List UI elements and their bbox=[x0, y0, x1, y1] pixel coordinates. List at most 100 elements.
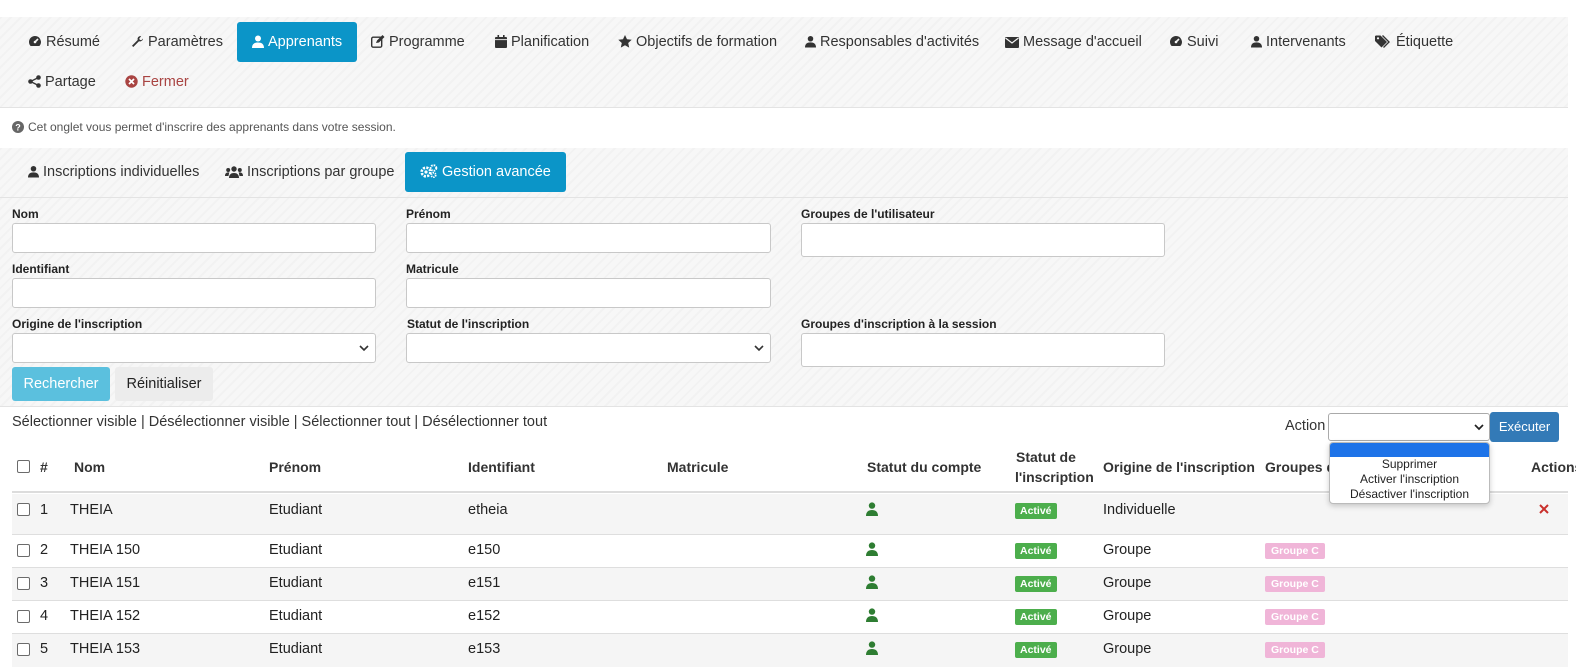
calendar-icon bbox=[495, 24, 507, 64]
table-row: 5 THEIA 153 Etudiant e153 Activé Groupe … bbox=[12, 634, 1568, 667]
tab-message-accueil[interactable]: Message d'accueil bbox=[1005, 22, 1142, 62]
tab-objectifs[interactable]: Objectifs de formation bbox=[618, 22, 777, 62]
column-header-groupes[interactable]: Groupes d bbox=[1265, 459, 1335, 475]
tab-label: Objectifs de formation bbox=[636, 34, 778, 50]
subtab-par-groupe[interactable]: Inscriptions par groupe bbox=[225, 152, 395, 192]
session-tabs-nav: Résumé Paramètres Apprenants Programme P… bbox=[0, 17, 1568, 108]
tab-planification[interactable]: Planification bbox=[495, 22, 589, 62]
row-checkbox[interactable] bbox=[17, 503, 30, 516]
deselect-visible-link[interactable]: Désélectionner visible bbox=[149, 414, 290, 430]
row-checkbox[interactable] bbox=[17, 544, 30, 557]
subtab-individuelles[interactable]: Inscriptions individuelles bbox=[28, 152, 199, 192]
group-badge: Groupe C bbox=[1265, 609, 1325, 625]
tab-label: Partage bbox=[45, 74, 96, 90]
cell-origine: Individuelle bbox=[1103, 502, 1176, 518]
edit-icon bbox=[370, 24, 385, 64]
tab-label: Résumé bbox=[46, 34, 100, 50]
cell-prenom: Etudiant bbox=[269, 575, 323, 591]
table-row: 3 THEIA 151 Etudiant e151 Activé Groupe … bbox=[12, 568, 1568, 601]
tab-label: Paramètres bbox=[148, 34, 223, 50]
user-icon bbox=[1251, 24, 1262, 64]
tab-programme[interactable]: Programme bbox=[370, 22, 465, 64]
origine-select[interactable] bbox=[12, 333, 376, 363]
cell-prenom: Etudiant bbox=[269, 542, 323, 558]
tab-suivi[interactable]: Suivi bbox=[1169, 22, 1218, 62]
account-active-icon bbox=[866, 641, 878, 659]
status-badge: Activé bbox=[1015, 642, 1057, 658]
account-active-icon bbox=[866, 608, 878, 626]
filter-form: Nom Prénom Groupes de l'utilisateur Iden… bbox=[0, 198, 1568, 407]
reset-button[interactable]: Réinitialiser bbox=[115, 367, 213, 401]
column-header-statut-inscription-line1[interactable]: Statut de bbox=[1016, 449, 1076, 465]
row-checkbox[interactable] bbox=[17, 577, 30, 590]
action-option-desactiver[interactable]: Désactiver l'inscription bbox=[1330, 487, 1489, 502]
action-option-activer[interactable]: Activer l'inscription bbox=[1330, 472, 1489, 487]
column-header-matricule[interactable]: Matricule bbox=[667, 459, 728, 475]
tab-partage[interactable]: Partage bbox=[28, 62, 96, 102]
cell-identifiant: e150 bbox=[468, 542, 501, 558]
close-circle-icon bbox=[125, 64, 138, 104]
execute-button[interactable]: Exécuter bbox=[1490, 412, 1559, 442]
action-select[interactable] bbox=[1328, 413, 1490, 441]
select-all-checkbox[interactable] bbox=[17, 460, 30, 473]
account-active-icon bbox=[866, 502, 878, 520]
tab-fermer[interactable]: Fermer bbox=[125, 62, 189, 102]
column-header-nom[interactable]: Nom bbox=[74, 459, 105, 475]
user-icon bbox=[28, 154, 39, 194]
column-header-origine[interactable]: Origine de l'inscription bbox=[1103, 459, 1255, 475]
cell-prenom: Etudiant bbox=[269, 641, 323, 657]
selection-links: Sélectionner visible | Désélectionner visi… bbox=[12, 414, 547, 430]
tab-responsables[interactable]: Responsables d'activités bbox=[805, 22, 979, 62]
cell-identifiant: e152 bbox=[468, 608, 501, 624]
row-checkbox[interactable] bbox=[17, 610, 30, 623]
tab-label: Programme bbox=[389, 34, 465, 50]
nom-field[interactable] bbox=[12, 223, 376, 253]
tab-parametres[interactable]: Paramètres bbox=[131, 22, 223, 62]
chevron-down-icon bbox=[359, 345, 369, 352]
cell-nom: THEIA bbox=[70, 502, 113, 518]
table-row: 4 THEIA 152 Etudiant e152 Activé Groupe … bbox=[12, 601, 1568, 634]
tab-resume[interactable]: Résumé bbox=[28, 22, 100, 62]
deselect-all-link[interactable]: Désélectionner tout bbox=[422, 414, 547, 430]
share-icon bbox=[28, 64, 41, 104]
groupes-session-field[interactable] bbox=[801, 333, 1165, 367]
row-number: 4 bbox=[40, 608, 49, 624]
tab-etiquette[interactable]: Étiquette bbox=[1375, 22, 1453, 62]
dashboard-icon bbox=[28, 24, 42, 64]
groupes-utilisateur-label: Groupes de l'utilisateur bbox=[801, 207, 935, 221]
action-option-empty[interactable] bbox=[1330, 443, 1489, 457]
row-number: 2 bbox=[40, 542, 49, 558]
tab-apprenants[interactable]: Apprenants bbox=[237, 22, 358, 62]
select-all-link[interactable]: Sélectionner tout bbox=[302, 414, 411, 430]
subtab-label: Gestion avancée bbox=[442, 164, 551, 180]
question-circle-icon: ? bbox=[12, 121, 24, 136]
statut-label: Statut de l'inscription bbox=[407, 317, 530, 331]
group-badge: Groupe C bbox=[1265, 543, 1325, 559]
action-option-supprimer[interactable]: Supprimer bbox=[1330, 457, 1489, 472]
search-button[interactable]: Rechercher bbox=[12, 367, 110, 401]
status-badge: Activé bbox=[1015, 576, 1057, 592]
subtab-label: Inscriptions par groupe bbox=[247, 164, 395, 180]
row-number: 1 bbox=[40, 502, 49, 518]
column-header-prenom[interactable]: Prénom bbox=[269, 459, 321, 475]
select-visible-link[interactable]: Sélectionner visible bbox=[12, 414, 137, 430]
statut-select[interactable] bbox=[406, 333, 771, 363]
prenom-label: Prénom bbox=[406, 207, 451, 221]
groupes-utilisateur-field[interactable] bbox=[801, 223, 1165, 257]
account-active-icon bbox=[866, 542, 878, 560]
tags-icon bbox=[1375, 24, 1392, 64]
identifiant-field[interactable] bbox=[12, 278, 376, 308]
matricule-field[interactable] bbox=[406, 278, 771, 308]
tab-intervenants[interactable]: Intervenants bbox=[1251, 22, 1346, 62]
account-active-icon bbox=[866, 575, 878, 593]
separator: | bbox=[293, 414, 298, 430]
dashboard-icon bbox=[1169, 24, 1183, 64]
column-header-statut-inscription-line2[interactable]: l'inscription bbox=[1015, 469, 1094, 485]
prenom-field[interactable] bbox=[406, 223, 771, 253]
subtab-gestion-avancee[interactable]: Gestion avancée bbox=[405, 152, 566, 192]
cell-nom: THEIA 152 bbox=[70, 608, 141, 624]
delete-icon[interactable] bbox=[1539, 502, 1549, 518]
column-header-statut-compte[interactable]: Statut du compte bbox=[867, 459, 981, 475]
column-header-identifiant[interactable]: Identifiant bbox=[468, 459, 535, 475]
row-checkbox[interactable] bbox=[17, 643, 30, 656]
